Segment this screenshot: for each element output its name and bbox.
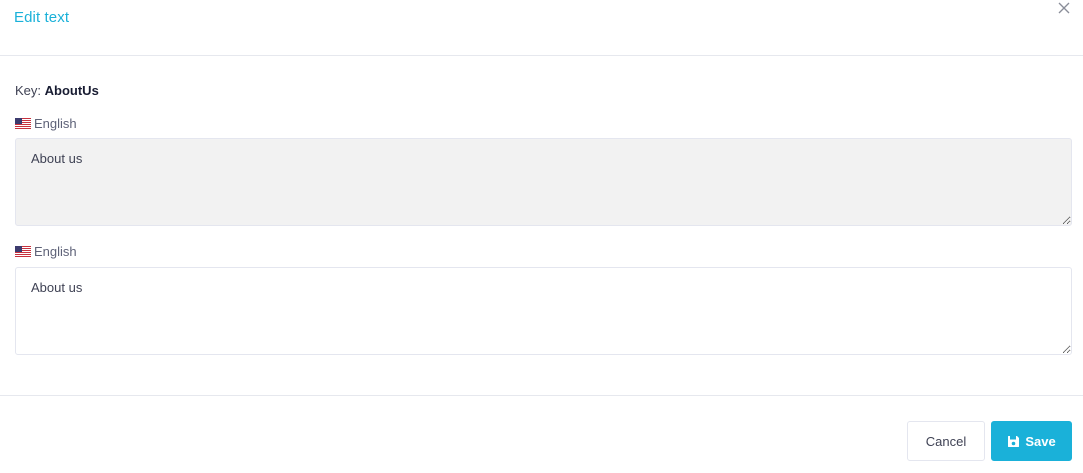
cancel-button[interactable]: Cancel <box>907 421 985 461</box>
source-text-area <box>15 138 1072 226</box>
us-flag-icon <box>15 245 31 257</box>
footer-divider <box>0 395 1083 396</box>
save-label: Save <box>1025 433 1056 449</box>
edit-text-modal: Edit text Key: AboutUs English About us … <box>0 0 1083 473</box>
source-language-name: English <box>34 115 77 131</box>
key-row: Key: AboutUs <box>15 83 99 98</box>
modal-title: Edit text <box>14 9 70 26</box>
floppy-disk-icon <box>1008 435 1020 447</box>
cancel-label: Cancel <box>925 433 967 449</box>
target-language-name: English <box>34 243 77 259</box>
us-flag-icon <box>15 117 31 129</box>
close-icon[interactable] <box>1057 1 1071 15</box>
target-language-label: English <box>15 243 77 259</box>
key-label: Key: <box>15 83 42 98</box>
key-value: AboutUs <box>44 83 99 98</box>
target-text-area[interactable] <box>15 267 1072 355</box>
save-button[interactable]: Save <box>991 421 1072 461</box>
source-language-label: English <box>15 115 77 131</box>
modal-header: Edit text <box>0 0 1083 56</box>
